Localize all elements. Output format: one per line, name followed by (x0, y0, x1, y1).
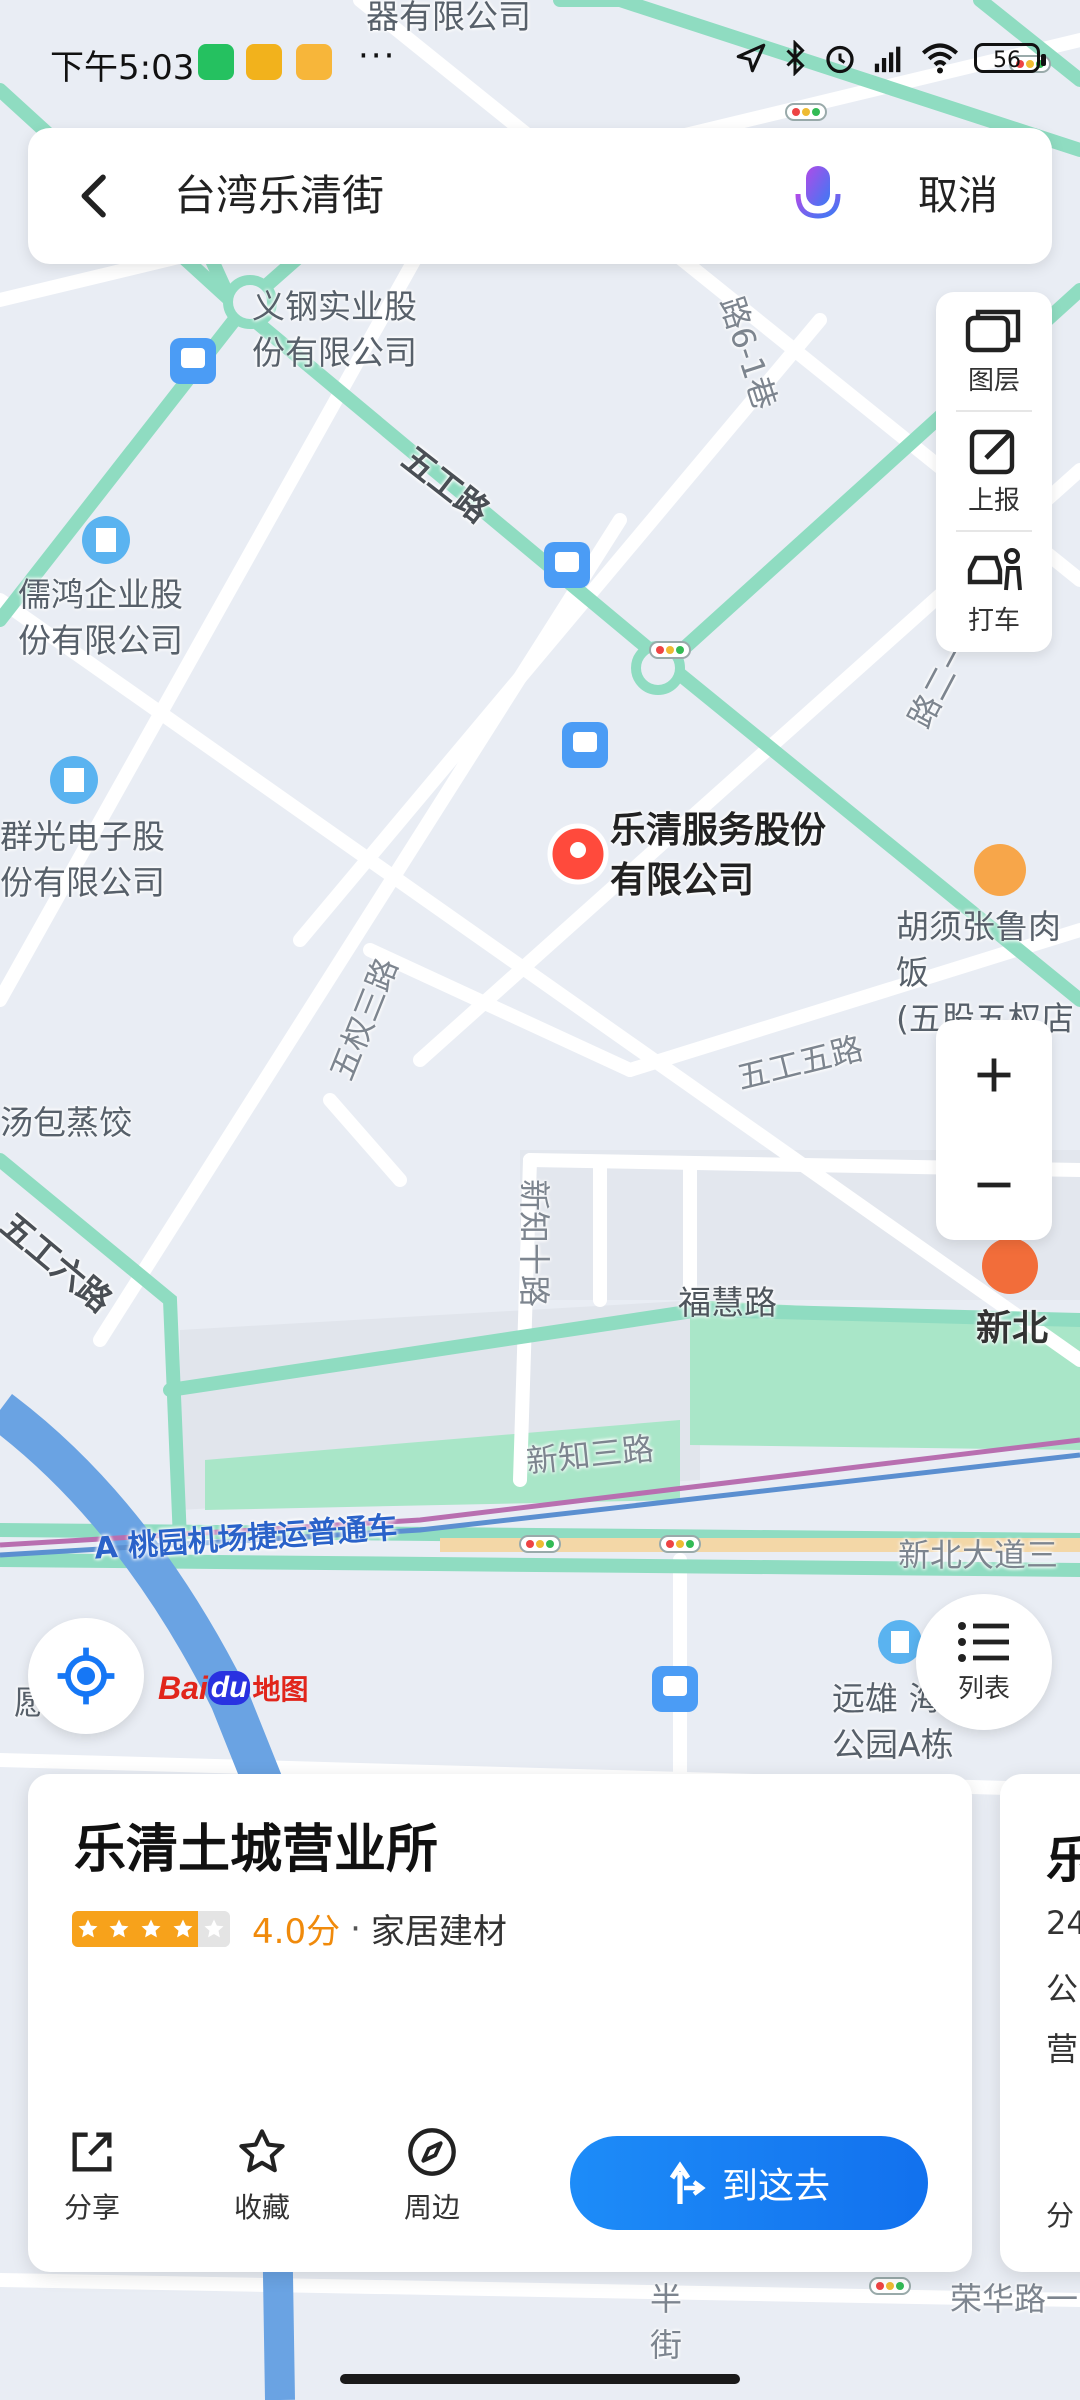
compass-icon (408, 2128, 456, 2176)
wechat-icon (198, 44, 234, 80)
baidu-map-logo: Bai du 地图 (158, 1668, 308, 1708)
place-title: 乐清土城营业所 (74, 1820, 439, 1880)
minus-icon (977, 1182, 1011, 1188)
map-label-ruhong[interactable]: 儒鸿企业股 份有限公司 (18, 572, 183, 664)
navigate-here-button[interactable]: 到这去 (570, 2136, 928, 2230)
next-place-title: 乐 (1046, 1831, 1080, 1889)
navigate-label: 到这去 (721, 2166, 830, 2207)
map-label-xinbei[interactable]: 新北 (976, 1306, 1048, 1352)
alarm-icon (826, 45, 854, 74)
hd-signal-icon (874, 46, 901, 73)
zoom-out-button[interactable] (936, 1130, 1052, 1240)
home-indicator[interactable] (340, 2374, 740, 2384)
star-icon (198, 1910, 230, 1947)
nearby-button[interactable]: 周边 (372, 2126, 492, 2226)
share-icon (72, 2132, 112, 2172)
food-icon (982, 1238, 1038, 1294)
layers-button[interactable]: 图层 (936, 292, 1052, 412)
notes-icon (296, 44, 332, 80)
road-label-ronghua: 荣华路一 (950, 2280, 1079, 2318)
logo-bai: Bai (158, 1669, 208, 1706)
next-place-action: 分 (1046, 2199, 1075, 2232)
star-outline-icon (239, 2129, 285, 2173)
share-label: 分享 (63, 2191, 120, 2224)
cancel-button[interactable]: 取消 (918, 168, 998, 224)
road-label-fuhui: 福慧路 (678, 1283, 777, 1322)
battery-indicator: 56 (974, 43, 1046, 73)
status-bar: 下午5:03 ··· 56 (0, 0, 1080, 120)
star-icon (166, 1910, 199, 1947)
wifi-icon (921, 43, 959, 74)
layers-icon (965, 309, 1021, 353)
search-input[interactable]: 台湾乐清街 (174, 168, 384, 224)
zoom-in-button[interactable] (936, 1020, 1052, 1130)
road-label-xinbei-avenue: 新北大道三 (898, 1536, 1059, 1574)
next-place-card[interactable]: 乐 24 公 营 分 (1000, 1774, 1080, 2272)
rating-row: 4.0分 · 家居建材 (72, 1904, 507, 1953)
star-icon (135, 1910, 167, 1947)
more-notifications-icon: ··· (358, 36, 397, 76)
list-button[interactable]: 列表 (916, 1594, 1052, 1730)
map-label-qunguang[interactable]: 群光电子股 份有限公司 (0, 814, 165, 906)
route-arrow-icon (669, 2161, 706, 2204)
road-label-xinzhi10: 新知十路 (515, 1178, 554, 1308)
report-label: 上报 (967, 486, 1020, 516)
taobao-icon (246, 44, 282, 80)
report-edit-icon (969, 429, 1015, 475)
star-icon (103, 1910, 136, 1947)
next-place-line2: 公 (1046, 1970, 1079, 2008)
star-rating (72, 1910, 230, 1947)
place-category: 家居建材 (370, 1912, 507, 1952)
nearby-label: 周边 (403, 2191, 460, 2224)
separator: · (350, 1908, 361, 1949)
microphone-icon[interactable] (788, 162, 848, 234)
location-arrow-icon (736, 43, 766, 73)
search-bar: 台湾乐清街 取消 (28, 128, 1052, 264)
taxi-label: 打车 (967, 606, 1020, 636)
back-icon[interactable] (68, 168, 124, 224)
map-label-yigang[interactable]: 义钢实业股 份有限公司 (252, 284, 417, 376)
map-label-baozi[interactable]: 汤包蒸饺 (0, 1100, 132, 1146)
list-icon (958, 1622, 1009, 1662)
layers-label: 图层 (967, 366, 1020, 396)
share-button[interactable]: 分享 (32, 2126, 152, 2226)
logo-map: 地图 (252, 1673, 309, 1706)
zoom-control (936, 1020, 1052, 1240)
favorite-button[interactable]: 收藏 (202, 2126, 322, 2226)
taxi-icon (967, 548, 1022, 591)
logo-du: du (207, 1671, 251, 1705)
road-label-ban-street: 半 街 (650, 2280, 683, 2364)
next-place-line3: 营 (1046, 2030, 1079, 2068)
map-tools-panel: 图层 上报 打车 (936, 292, 1052, 652)
star-icon (72, 1910, 104, 1947)
plus-icon (977, 1058, 1011, 1092)
taxi-button[interactable]: 打车 (936, 532, 1052, 652)
bluetooth-icon (786, 40, 805, 76)
crosshair-icon (57, 1647, 115, 1705)
selected-location-pin (547, 823, 609, 885)
list-label: 列表 (957, 1674, 1010, 1704)
favorite-label: 收藏 (233, 2191, 290, 2224)
locate-me-button[interactable] (28, 1618, 144, 1734)
rating-score: 4.0分 (252, 1912, 341, 1952)
place-card[interactable]: 乐清土城营业所 4.0分 · 家居建材 分享 收藏 周边 到这去 (28, 1774, 972, 2272)
next-place-line1: 24 (1046, 1904, 1080, 1942)
report-button[interactable]: 上报 (936, 412, 1052, 532)
restaurant-icon (974, 844, 1026, 896)
poi-label-leqing-service[interactable]: 乐清服务股份 有限公司 (610, 806, 826, 906)
status-time: 下午5:03 (50, 48, 195, 88)
